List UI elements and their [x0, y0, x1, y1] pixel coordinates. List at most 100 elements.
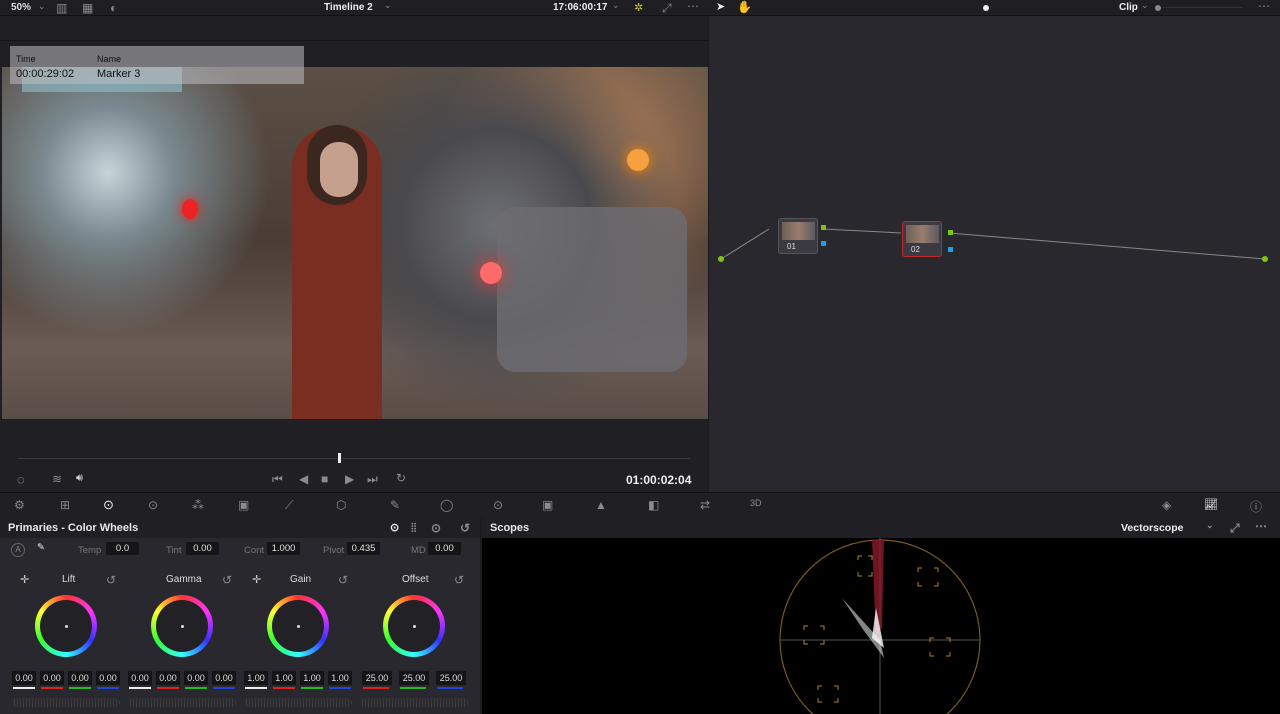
color-warper-icon[interactable]: ⬡ [336, 498, 346, 512]
gain-value-field[interactable]: 1.00 [328, 671, 352, 685]
wipe-icon[interactable]: ◐ [110, 1, 117, 15]
pointer-icon[interactable]: ➤ [716, 0, 725, 13]
lift-reset-icon[interactable]: ↺ [106, 573, 116, 587]
timeline-selector[interactable]: Timeline 2 [324, 2, 373, 13]
lift-value-field[interactable]: 0.00 [68, 671, 92, 685]
zoom-slider-track[interactable] [1163, 7, 1243, 8]
gain-reset-icon[interactable]: ↺ [338, 573, 348, 587]
gamma-value-field[interactable]: 0.00 [156, 671, 180, 685]
gamma-value-field[interactable]: 0.00 [128, 671, 152, 685]
offset-value-field[interactable]: 25.00 [399, 671, 429, 685]
gain-value-field[interactable]: 1.00 [272, 671, 296, 685]
more-options-icon[interactable]: ⋯ [1258, 0, 1270, 13]
chevron-down-icon[interactable]: ⌄ [612, 0, 620, 11]
primaries-wheels-mode-icon[interactable]: ⊙ [390, 521, 399, 534]
grid-icon[interactable]: ▦ [82, 1, 93, 15]
auto-balance-icon[interactable]: A [11, 543, 25, 557]
reset-icon[interactable]: ↺ [460, 521, 470, 535]
keyframes-icon[interactable]: ◈ [1162, 498, 1171, 512]
fullscreen-icon[interactable]: ⤢ [1230, 521, 1240, 536]
node-editor[interactable]: 01 02 [709, 16, 1280, 492]
scopes-icon[interactable]: 📈︎ [1204, 498, 1218, 511]
video-frame[interactable] [2, 67, 708, 419]
playhead[interactable] [338, 453, 341, 463]
blur-icon[interactable]: ▲ [595, 498, 607, 512]
offset-value-field[interactable]: 25.00 [436, 671, 466, 685]
gain-picker-icon[interactable]: ✛ [252, 573, 261, 586]
gain-value-field[interactable]: 1.00 [244, 671, 268, 685]
chevron-down-icon[interactable]: ⌄ [384, 0, 392, 11]
page-indicator[interactable] [983, 5, 989, 11]
gamma-reset-icon[interactable]: ↺ [222, 573, 232, 587]
stop-icon[interactable]: ■ [321, 472, 328, 486]
cont-field[interactable]: 1.000 [267, 542, 300, 555]
window-icon[interactable]: ◯ [440, 498, 453, 512]
chevron-down-icon[interactable]: ⌄ [1141, 0, 1149, 11]
color-match-icon[interactable]: ⊞ [60, 498, 70, 512]
channel-indicator [273, 687, 295, 689]
rgb-mixer-icon[interactable]: ⁂ [192, 498, 204, 512]
lift-value-field[interactable]: 0.00 [40, 671, 64, 685]
zoom-slider[interactable] [1155, 5, 1161, 11]
play-reverse-icon[interactable]: ◀ [299, 472, 308, 486]
gain-value-field[interactable]: 1.00 [300, 671, 324, 685]
key-icon[interactable]: ◧ [648, 498, 659, 512]
magic-mask-icon[interactable]: ▣ [542, 498, 553, 512]
scopes-panel: Scopes Vectorscope ⌄ ⤢ ⋯ [482, 518, 1280, 714]
more-options-icon[interactable]: ⋯ [687, 0, 699, 13]
3d-icon[interactable]: 3D [750, 498, 762, 508]
offset-value-field[interactable]: 25.00 [362, 671, 392, 685]
zoom-dropdown[interactable]: 50% [11, 2, 31, 13]
lift-master-wheel[interactable] [12, 698, 120, 707]
node-02[interactable]: 02 [902, 221, 942, 257]
lift-value-field[interactable]: 0.00 [96, 671, 120, 685]
lift-value-field[interactable]: 0.00 [12, 671, 36, 685]
scope-type-dropdown[interactable]: Vectorscope [1121, 522, 1183, 534]
motion-effects-icon[interactable]: ▣ [238, 498, 249, 512]
chevron-down-icon[interactable]: ⌄ [1206, 520, 1214, 531]
gamma-master-wheel[interactable] [128, 698, 236, 707]
fullscreen-icon[interactable]: ⤢ [662, 1, 672, 16]
play-icon[interactable]: ▶ [345, 472, 354, 486]
tint-field[interactable]: 0.00 [186, 542, 219, 555]
layers-icon[interactable]: ≋ [52, 472, 62, 486]
gain-master-wheel[interactable] [244, 698, 352, 707]
gamma-value-field[interactable]: 0.00 [212, 671, 236, 685]
log-wheels-mode-icon[interactable]: ⊙ [431, 521, 441, 535]
volume-icon[interactable]: 🔊︎ [76, 472, 83, 485]
node-01[interactable]: 01 [778, 218, 818, 254]
channel-indicator [129, 687, 151, 689]
camera-raw-icon[interactable]: ⚙ [14, 498, 25, 512]
primaries-bars-mode-icon[interactable]: ⦙⦙ [411, 521, 416, 536]
split-view-icon[interactable]: ▥ [56, 1, 67, 15]
offset-master-wheel[interactable] [360, 698, 468, 707]
offset-reset-icon[interactable]: ↺ [454, 573, 464, 587]
pivot-field[interactable]: 0.435 [347, 542, 380, 555]
source-timecode[interactable]: 17:06:00:17 [553, 2, 607, 13]
skip-back-icon[interactable]: ⏮ [272, 472, 283, 487]
tracker-icon[interactable]: ⊙ [493, 498, 503, 512]
hdr-wheels-icon[interactable]: ⊙ [148, 498, 158, 512]
gamma-value-field[interactable]: 0.00 [184, 671, 208, 685]
loop-icon[interactable]: ↻ [396, 471, 406, 485]
chevron-down-icon[interactable]: ⌄ [38, 1, 46, 12]
car [497, 207, 687, 372]
scrubber-track[interactable] [18, 458, 690, 459]
channel-indicator [185, 687, 207, 689]
more-options-icon[interactable]: ⋯ [1255, 519, 1267, 533]
node-mode-dropdown[interactable]: Clip [1119, 2, 1138, 13]
temp-field[interactable]: 0.0 [106, 542, 139, 555]
info-icon[interactable]: ⓘ [1250, 498, 1262, 515]
color-wheels-icon[interactable]: ⊙ [103, 497, 114, 513]
viewer-mode-icon[interactable]: ◌ [17, 472, 25, 487]
hand-icon[interactable]: ✋ [737, 0, 752, 14]
sizing-icon[interactable]: ⇄ [700, 498, 710, 512]
skip-forward-icon[interactable]: ⏭ [367, 472, 378, 487]
qualifier-icon[interactable]: ✎ [390, 498, 400, 512]
lift-picker-icon[interactable]: ✛ [20, 573, 29, 586]
md-field[interactable]: 0.00 [428, 542, 461, 555]
eyedropper-icon[interactable]: ✎ [37, 542, 45, 553]
channel-indicator [41, 687, 63, 689]
curves-icon[interactable]: ⟋ [285, 498, 293, 513]
highlight-icon[interactable]: ✲ [634, 1, 643, 14]
